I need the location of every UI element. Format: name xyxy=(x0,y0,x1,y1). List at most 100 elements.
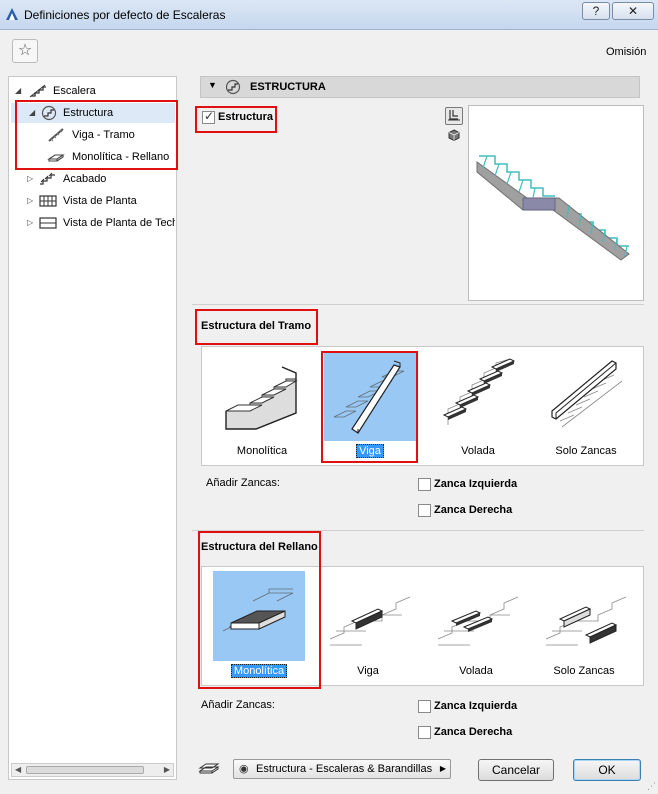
collapse-arrow-icon[interactable]: ▷ xyxy=(27,191,33,211)
structure-checkbox-label: Estructura xyxy=(218,111,274,124)
flight-option-volada[interactable]: Volada xyxy=(432,351,524,461)
3d-view-button[interactable] xyxy=(445,128,463,146)
stringers-only-flight-icon xyxy=(551,360,623,428)
beam-flight-icon xyxy=(324,351,416,441)
flight-option-solo-zancas[interactable]: Solo Zancas xyxy=(540,351,632,461)
option-label: Solo Zancas xyxy=(553,665,615,677)
stringers-only-landing-icon xyxy=(545,596,627,646)
flight-left-stringer-checkbox[interactable] xyxy=(418,478,431,491)
collapse-arrow-icon[interactable]: ▷ xyxy=(27,213,33,233)
tree-item-label: Acabado xyxy=(63,173,107,185)
option-label: Viga xyxy=(357,665,379,677)
panel-selector-dropdown[interactable]: ◉ Estructura - Escaleras & Barandillas ▶ xyxy=(233,759,451,779)
side-view-button[interactable] xyxy=(445,107,463,125)
chevron-right-icon: ▶ xyxy=(439,764,446,773)
landing-right-stringer-checkbox[interactable] xyxy=(418,726,431,739)
flight-right-stringer-row[interactable]: Zanca Derecha xyxy=(418,504,512,517)
tree-item-acabado[interactable]: ▷ Acabado xyxy=(27,169,175,189)
tree-item-label: Vista de Planta de Techo xyxy=(63,217,175,229)
monolithic-landing-icon xyxy=(47,154,65,162)
divider xyxy=(192,304,644,305)
landing-left-stringer-row[interactable]: Zanca Izquierda xyxy=(418,700,517,713)
tree-item-escalera[interactable]: ◢ Escalera xyxy=(15,81,175,101)
flight-left-stringer-row[interactable]: Zanca Izquierda xyxy=(418,478,517,491)
cancel-button[interactable]: Cancelar xyxy=(478,759,554,781)
cantilevered-landing-icon xyxy=(437,596,519,646)
option-label: Viga xyxy=(324,444,416,458)
landing-option-solo-zancas[interactable]: Solo Zancas xyxy=(538,571,630,681)
flight-right-stringer-checkbox[interactable] xyxy=(418,504,431,517)
landing-option-viga[interactable]: Viga xyxy=(322,571,414,681)
eye-icon: ◉ xyxy=(239,763,249,775)
structure-checkbox-row[interactable]: Estructura xyxy=(202,109,274,124)
tree-item-label: Viga - Tramo xyxy=(72,129,135,141)
section-header-estructura[interactable]: ▼ ESTRUCTURA xyxy=(200,76,640,98)
scrollbar-thumb[interactable] xyxy=(26,766,144,774)
checkbox-label: Zanca Izquierda xyxy=(434,478,518,491)
landing-structure-options: Monolítica Viga Volada Solo Zancas xyxy=(201,566,644,686)
tree-item-vista-planta[interactable]: ▷ Vista de Planta xyxy=(27,191,175,211)
structure-icon xyxy=(225,79,241,95)
favorites-star-icon[interactable]: ☆ xyxy=(12,39,38,63)
checkbox-label: Zanca Derecha xyxy=(434,504,513,517)
flight-option-viga[interactable]: Viga xyxy=(324,351,416,461)
close-button[interactable]: ✕ xyxy=(612,2,654,20)
option-label: Volada xyxy=(461,445,495,457)
cube-3d-icon xyxy=(448,129,460,142)
tree-item-label: Estructura xyxy=(63,107,114,119)
help-button[interactable]: ? xyxy=(582,2,610,20)
option-label: Volada xyxy=(459,665,493,677)
ceiling-plan-icon xyxy=(39,217,57,229)
resize-grip-icon[interactable]: ⋰ xyxy=(647,781,656,792)
landing-right-stringer-row[interactable]: Zanca Derecha xyxy=(418,726,512,739)
expand-arrow-icon[interactable]: ◢ xyxy=(15,81,21,101)
flight-structure-options: Monolítica Viga Volada Solo Zancas xyxy=(201,346,644,466)
landing-structure-title: Estructura del Rellano xyxy=(201,541,318,553)
tree-item-estructura[interactable]: ◢ Estructura xyxy=(11,103,175,123)
option-label: Monolítica xyxy=(213,664,305,678)
landing-option-volada[interactable]: Volada xyxy=(430,571,522,681)
archicad-app-icon xyxy=(6,8,18,20)
option-label: Solo Zancas xyxy=(555,445,617,457)
structure-icon xyxy=(41,105,57,121)
ok-button[interactable]: OK xyxy=(573,759,641,781)
settings-tree[interactable]: ◢ Escalera ◢ Estructura Viga - Tramo Mon… xyxy=(8,76,177,780)
landing-option-monolitica[interactable]: Monolítica xyxy=(213,571,305,681)
tree-item-label: Vista de Planta xyxy=(63,195,137,207)
main-panel: ▼ ESTRUCTURA Estructura Estruc xyxy=(192,72,648,754)
collapse-arrow-icon[interactable]: ▷ xyxy=(27,169,33,189)
panel-selector-value: Estructura - Escaleras & Barandillas xyxy=(256,763,433,775)
beam-landing-icon xyxy=(329,596,411,646)
stair-preview-drawing xyxy=(476,155,630,261)
landing-left-stringer-checkbox[interactable] xyxy=(418,700,431,713)
floor-plan-icon xyxy=(39,195,57,207)
monolithic-flight-icon xyxy=(225,366,298,430)
tree-item-monolitica-rellano[interactable]: Monolítica - Rellano xyxy=(47,147,175,167)
tree-horizontal-scrollbar[interactable]: ◀ ▶ xyxy=(11,763,174,777)
tree-item-label: Escalera xyxy=(53,85,96,97)
checkbox-label: Zanca Izquierda xyxy=(434,700,518,713)
tree-item-label: Monolítica - Rellano xyxy=(72,151,170,163)
expand-arrow-icon[interactable]: ◢ xyxy=(29,103,35,123)
tree-item-viga-tramo[interactable]: Viga - Tramo xyxy=(47,125,175,145)
window-title: Definiciones por defecto de Escaleras xyxy=(24,8,226,22)
checkbox-label: Zanca Derecha xyxy=(434,726,513,739)
collapse-arrow-icon[interactable]: ▼ xyxy=(208,80,217,90)
omision-label: Omisión xyxy=(606,46,647,58)
flight-option-monolitica[interactable]: Monolítica xyxy=(216,351,308,461)
divider xyxy=(192,530,644,531)
option-label: Monolítica xyxy=(236,445,288,457)
scroll-right-arrow-icon[interactable]: ▶ xyxy=(164,764,170,776)
tree-item-vista-planta-techo[interactable]: ▷ Vista de Planta de Techo xyxy=(27,213,175,233)
stair-icon xyxy=(29,84,46,98)
flight-structure-title: Estructura del Tramo xyxy=(201,320,312,332)
title-bar: Definiciones por defecto de Escaleras ? … xyxy=(0,0,658,30)
structure-checkbox[interactable] xyxy=(202,109,215,124)
panel-stack-icon xyxy=(198,763,220,774)
monolithic-landing-icon xyxy=(213,571,305,661)
cantilevered-flight-icon xyxy=(442,358,516,425)
scroll-left-arrow-icon[interactable]: ◀ xyxy=(15,764,21,776)
finish-icon xyxy=(40,172,55,185)
stair-preview xyxy=(468,105,644,301)
section-title: ESTRUCTURA xyxy=(250,81,326,93)
